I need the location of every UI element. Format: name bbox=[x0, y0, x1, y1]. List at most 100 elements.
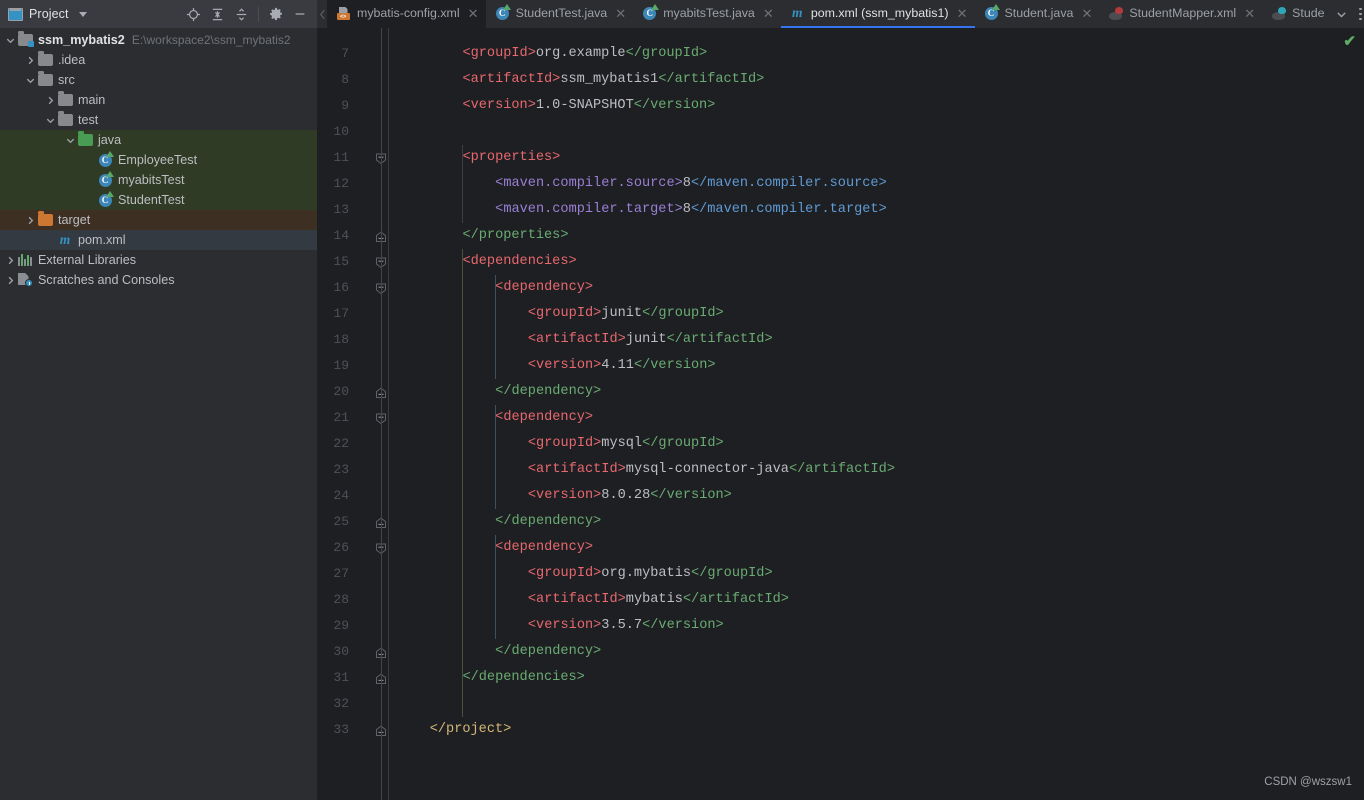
chevron-right-icon[interactable] bbox=[4, 274, 17, 287]
tree-arrow-spacer bbox=[44, 234, 57, 247]
line-number: 16 bbox=[333, 280, 349, 295]
code-token: 8 bbox=[682, 176, 691, 191]
chevron-down-icon[interactable] bbox=[64, 134, 77, 147]
code-token: <version> bbox=[527, 358, 602, 373]
tree-item-myabitstest[interactable]: CmyabitsTest bbox=[0, 170, 317, 190]
close-icon[interactable]: ✕ bbox=[1081, 7, 1092, 20]
tree-item-scratches-and-consoles[interactable]: Scratches and Consoles bbox=[0, 270, 317, 290]
chevron-right-icon[interactable] bbox=[24, 214, 37, 227]
code-line: <properties> bbox=[462, 145, 560, 171]
mybatis-mapper-icon bbox=[1108, 6, 1124, 21]
editor-tab-student-java[interactable]: C Student.java ✕ bbox=[975, 0, 1100, 28]
code-editor[interactable]: 7 8 9 10 11 12 13 14 15 16 17 18 19 20 21 22 23 24 25 26 27 2… bbox=[317, 28, 1364, 800]
maven-icon: m bbox=[792, 5, 803, 21]
editor-tab-studentmapper-xml[interactable]: StudentMapper.xml ✕ bbox=[1099, 0, 1262, 28]
tree-item-src[interactable]: src bbox=[0, 70, 317, 90]
project-panel-title-group[interactable]: Project bbox=[8, 7, 87, 21]
code-token: </groupId> bbox=[691, 566, 773, 581]
tree-item-studenttest[interactable]: C StudentTest bbox=[0, 190, 317, 210]
editor-tabs: <> mybatis-config.xml ✕ C StudentTest.java ✕ C… bbox=[327, 0, 1332, 28]
code-token: </groupId> bbox=[625, 46, 708, 61]
code-token: <version> bbox=[527, 488, 602, 503]
code-line: </project> bbox=[430, 717, 512, 743]
tree-item-java[interactable]: java bbox=[0, 130, 317, 150]
tree-item-label: target bbox=[58, 213, 91, 227]
chevron-down-icon[interactable] bbox=[78, 11, 87, 17]
tree-arrow-spacer bbox=[84, 154, 97, 167]
chevron-down-icon[interactable] bbox=[24, 74, 37, 87]
tab-scroll-left-icon[interactable] bbox=[317, 0, 327, 28]
editor-options-kebab-icon[interactable] bbox=[1352, 7, 1364, 21]
code-line: <groupId>org.example</groupId> bbox=[462, 41, 707, 67]
code-token: org.example bbox=[535, 46, 626, 61]
tree-item-employeetest[interactable]: C EmployeeTest bbox=[0, 150, 317, 170]
folder-icon bbox=[37, 51, 53, 68]
close-icon[interactable]: ✕ bbox=[1244, 7, 1255, 20]
tree-item-external-libraries[interactable]: External Libraries bbox=[0, 250, 317, 270]
editor-code-content[interactable]: <groupId>org.example</groupId> <artifactI… bbox=[389, 28, 1364, 800]
chevron-right-icon[interactable] bbox=[44, 94, 57, 107]
close-icon[interactable]: ✕ bbox=[957, 7, 968, 20]
code-token: <groupId> bbox=[527, 436, 602, 451]
tab-list-chevron-down-icon[interactable] bbox=[1332, 9, 1352, 20]
code-line: <maven.compiler.source>8</maven.compiler… bbox=[495, 171, 887, 197]
line-number: 23 bbox=[333, 462, 349, 477]
chevron-down-icon[interactable] bbox=[44, 114, 57, 127]
line-number: 7 bbox=[341, 46, 349, 61]
project-tree[interactable]: ssm_mybatis2 E:\workspace2\ssm_mybatis2 .i… bbox=[0, 28, 317, 800]
code-token: mybatis bbox=[625, 592, 683, 607]
code-line: <maven.compiler.target>8</maven.compiler… bbox=[495, 197, 887, 223]
editor-gutter[interactable]: 7 8 9 10 11 12 13 14 15 16 17 18 19 20 21 22 23 24 25 26 27 2… bbox=[317, 28, 389, 800]
code-line: </properties> bbox=[462, 223, 568, 249]
tree-item-ssm-mybatis2[interactable]: ssm_mybatis2 E:\workspace2\ssm_mybatis2 bbox=[0, 30, 317, 50]
close-icon[interactable]: ✕ bbox=[615, 7, 626, 20]
tree-item-target[interactable]: target bbox=[0, 210, 317, 230]
java-class-icon: C bbox=[97, 151, 114, 168]
gear-icon[interactable] bbox=[265, 3, 287, 25]
editor-tab-stude[interactable]: Stude bbox=[1262, 0, 1331, 28]
code-token: <maven.compiler.source> bbox=[495, 176, 683, 191]
chevron-down-icon[interactable] bbox=[4, 34, 17, 47]
editor-tab-studenttest-java[interactable]: C StudentTest.java ✕ bbox=[486, 0, 634, 28]
editor-tab-pom-xml-ssm-mybatis1[interactable]: m pom.xml (ssm_mybatis1) ✕ bbox=[780, 0, 975, 28]
editor-tab-label: pom.xml (ssm_mybatis1) bbox=[810, 6, 949, 20]
project-window-icon bbox=[8, 7, 23, 21]
close-icon[interactable]: ✕ bbox=[468, 7, 479, 20]
chevron-right-icon[interactable] bbox=[24, 54, 37, 67]
project-tool-window: Project ssm_mybatis2 E:\workspace2\ssm_m… bbox=[0, 0, 317, 800]
tree-item-pom-xml[interactable]: m pom.xml bbox=[0, 230, 317, 250]
folder-icon bbox=[37, 71, 53, 88]
code-line: <groupId>mysql</groupId> bbox=[528, 431, 724, 457]
code-token: 1.0-SNAPSHOT bbox=[535, 98, 634, 113]
close-icon[interactable]: ✕ bbox=[763, 7, 774, 20]
line-number: 31 bbox=[333, 670, 349, 685]
tree-item-idea[interactable]: .idea bbox=[0, 50, 317, 70]
code-token: <maven.compiler.target> bbox=[495, 202, 683, 217]
collapse-all-icon[interactable] bbox=[230, 3, 252, 25]
tree-item-test[interactable]: test bbox=[0, 110, 317, 130]
code-token: <properties> bbox=[462, 150, 561, 165]
tree-item-main[interactable]: main bbox=[0, 90, 317, 110]
minimize-icon[interactable] bbox=[289, 3, 311, 25]
tree-item-path: E:\workspace2\ssm_mybatis2 bbox=[131, 33, 291, 47]
inspection-status-icon[interactable]: ✔ bbox=[1343, 34, 1356, 49]
code-line: <dependency> bbox=[495, 405, 593, 431]
locate-crosshair-icon[interactable] bbox=[182, 3, 204, 25]
code-token: <version> bbox=[462, 98, 536, 113]
chevron-right-icon[interactable] bbox=[4, 254, 17, 267]
java-class-icon: C bbox=[984, 4, 1001, 21]
line-number: 9 bbox=[341, 98, 349, 113]
code-line: <version>4.11</version> bbox=[528, 353, 716, 379]
line-number: 24 bbox=[333, 488, 349, 503]
java-class-icon: C bbox=[495, 4, 512, 21]
code-token: 8 bbox=[682, 202, 691, 217]
editor-tab-myabitstest-java[interactable]: CmyabitsTest.java ✕ bbox=[633, 0, 781, 28]
editor-tab-mybatis-config-xml[interactable]: <> mybatis-config.xml ✕ bbox=[327, 0, 486, 28]
expand-all-icon[interactable] bbox=[206, 3, 228, 25]
code-token: </maven.compiler.target> bbox=[690, 202, 887, 217]
folder-icon bbox=[57, 91, 73, 108]
editor-tab-label: StudentMapper.xml bbox=[1129, 6, 1237, 20]
editor-tab-label: Stude bbox=[1292, 6, 1325, 20]
code-token: </artifactId> bbox=[788, 462, 895, 477]
project-panel-toolbar bbox=[182, 3, 311, 25]
